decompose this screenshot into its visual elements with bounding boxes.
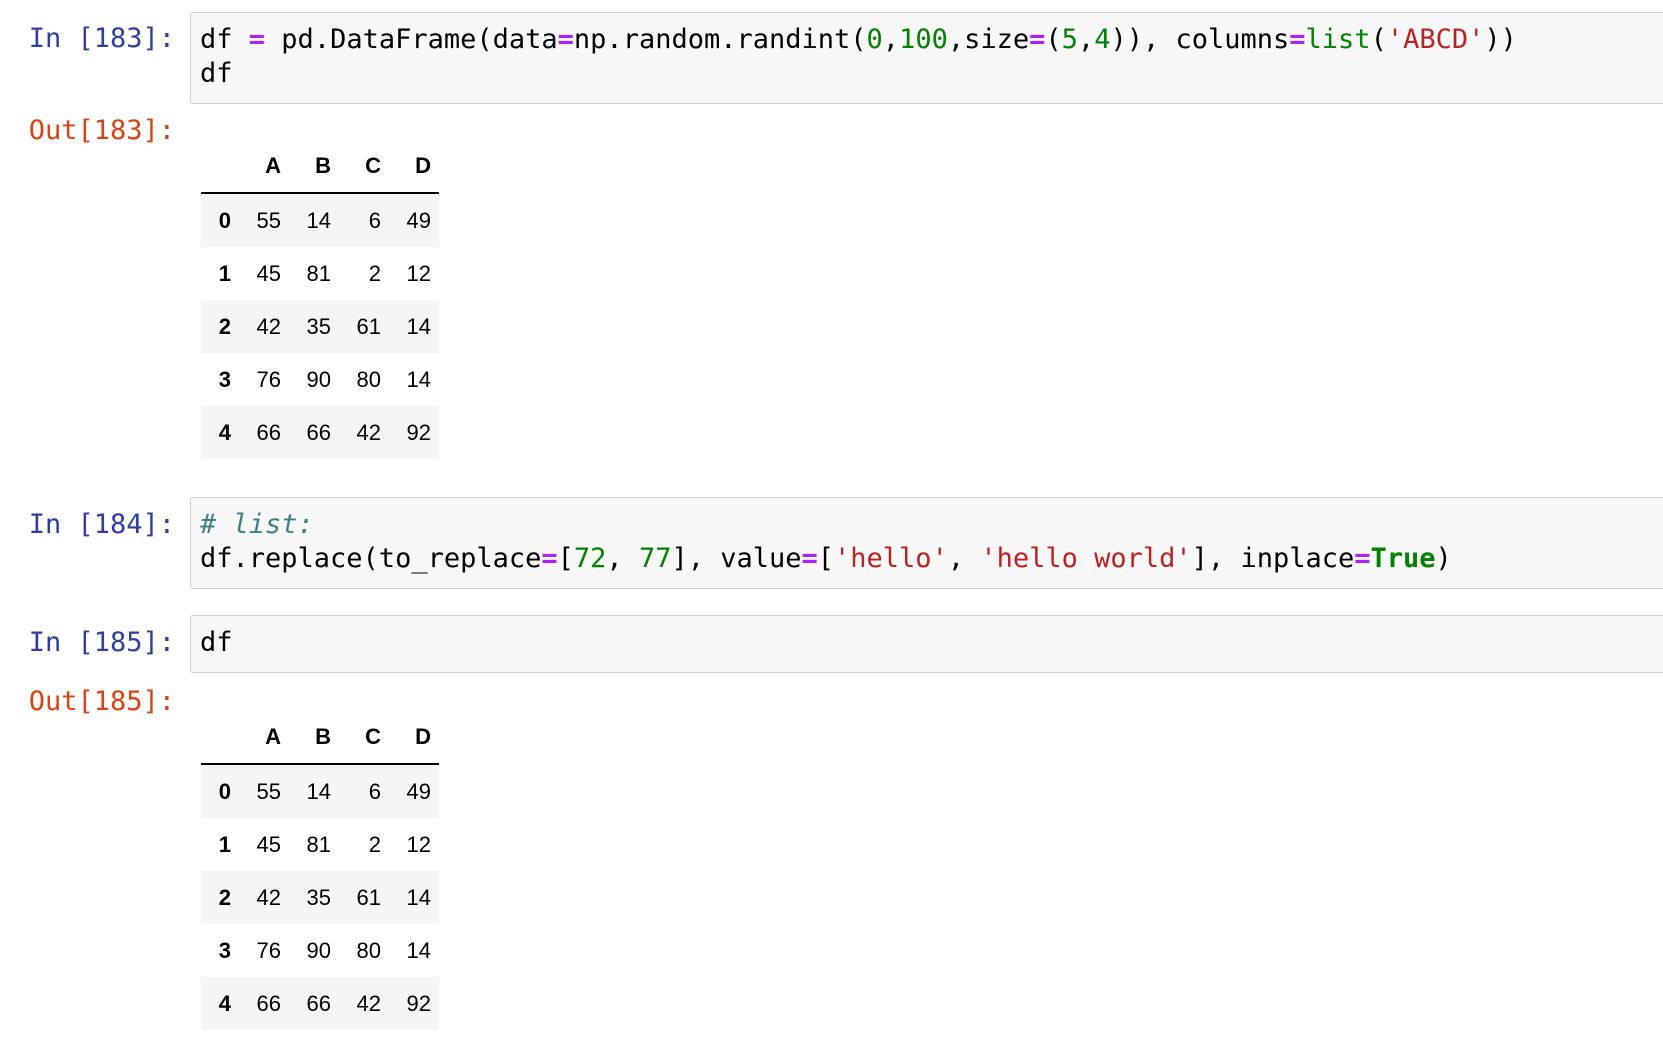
column-header: D bbox=[389, 140, 439, 194]
table-row: 3 76 90 80 14 bbox=[201, 353, 439, 406]
column-header: A bbox=[239, 140, 289, 194]
table-cell: 61 bbox=[356, 313, 381, 339]
column-header: C bbox=[339, 711, 389, 765]
table-cell: 92 bbox=[406, 990, 431, 1016]
table-cell: 45 bbox=[256, 831, 281, 857]
in-prompt-184: In [184]: bbox=[28, 509, 175, 540]
table-cell: 66 bbox=[256, 990, 281, 1016]
table-cell: 90 bbox=[306, 937, 331, 963]
out-prompt-185: Out[185]: bbox=[28, 686, 175, 717]
table-row: 4 66 66 42 92 bbox=[201, 406, 439, 459]
table-cell: 49 bbox=[406, 778, 431, 804]
code-line: df = pd.DataFrame(data=np.random.randint… bbox=[200, 24, 1517, 55]
row-index: 2 bbox=[218, 884, 231, 910]
table-cell: 81 bbox=[306, 831, 331, 857]
row-index: 0 bbox=[218, 207, 231, 233]
table-cell: 42 bbox=[356, 990, 381, 1016]
table-cell: 2 bbox=[368, 831, 381, 857]
row-index: 3 bbox=[218, 937, 231, 963]
index-header bbox=[201, 711, 239, 765]
table-cell: 35 bbox=[306, 313, 331, 339]
table-cell: 80 bbox=[356, 366, 381, 392]
code-line: df.replace(to_replace=[72, 77], value=['… bbox=[200, 543, 1452, 574]
in-prompt-185: In [185]: bbox=[28, 627, 175, 658]
table-cell: 42 bbox=[256, 884, 281, 910]
code-line: df bbox=[200, 58, 233, 89]
row-index: 2 bbox=[218, 313, 231, 339]
row-index: 4 bbox=[218, 990, 231, 1016]
table-cell: 76 bbox=[256, 937, 281, 963]
table-cell: 14 bbox=[406, 937, 431, 963]
index-header bbox=[201, 140, 239, 194]
table-cell: 55 bbox=[256, 778, 281, 804]
table-cell: 66 bbox=[306, 419, 331, 445]
table-cell: 76 bbox=[256, 366, 281, 392]
table-row: 3 76 90 80 14 bbox=[201, 924, 439, 977]
code-cell-185[interactable]: df bbox=[190, 615, 1663, 673]
table-cell: 14 bbox=[406, 313, 431, 339]
table-row: 2 42 35 61 14 bbox=[201, 300, 439, 353]
table-cell: 12 bbox=[406, 831, 431, 857]
table-cell: 14 bbox=[306, 778, 331, 804]
table-cell: 66 bbox=[306, 990, 331, 1016]
table-row: 1 45 81 2 12 bbox=[201, 247, 439, 300]
table-row: 0 55 14 6 49 bbox=[201, 764, 439, 818]
table-row: 2 42 35 61 14 bbox=[201, 871, 439, 924]
column-header: D bbox=[389, 711, 439, 765]
table-cell: 12 bbox=[406, 260, 431, 286]
table-row: 4 66 66 42 92 bbox=[201, 977, 439, 1030]
table-cell: 14 bbox=[406, 366, 431, 392]
row-index: 1 bbox=[218, 831, 231, 857]
table-cell: 45 bbox=[256, 260, 281, 286]
table-cell: 42 bbox=[356, 419, 381, 445]
table-cell: 35 bbox=[306, 884, 331, 910]
table-cell: 49 bbox=[406, 207, 431, 233]
table-cell: 6 bbox=[368, 207, 381, 233]
dataframe-output-183: A B C D 0 55 14 6 49 1 45 81 2 12 2 42 3… bbox=[201, 140, 439, 459]
code-line: df bbox=[200, 627, 233, 658]
table-row: 1 45 81 2 12 bbox=[201, 818, 439, 871]
dataframe-output-185: A B C D 0 55 14 6 49 1 45 81 2 12 2 42 3… bbox=[201, 711, 439, 1030]
table-cell: 80 bbox=[356, 937, 381, 963]
row-index: 0 bbox=[218, 778, 231, 804]
out-prompt-183: Out[183]: bbox=[28, 115, 175, 146]
in-prompt-183: In [183]: bbox=[28, 23, 175, 54]
table-cell: 6 bbox=[368, 778, 381, 804]
table-cell: 61 bbox=[356, 884, 381, 910]
code-cell-184[interactable]: # list: df.replace(to_replace=[72, 77], … bbox=[190, 497, 1663, 589]
column-header: C bbox=[339, 140, 389, 194]
row-index: 4 bbox=[218, 419, 231, 445]
table-cell: 81 bbox=[306, 260, 331, 286]
code-cell-183[interactable]: df = pd.DataFrame(data=np.random.randint… bbox=[190, 12, 1663, 104]
column-header: B bbox=[289, 711, 339, 765]
column-header: B bbox=[289, 140, 339, 194]
table-cell: 92 bbox=[406, 419, 431, 445]
column-header: A bbox=[239, 711, 289, 765]
code-comment: # list: bbox=[200, 509, 314, 540]
table-cell: 42 bbox=[256, 313, 281, 339]
row-index: 3 bbox=[218, 366, 231, 392]
table-cell: 14 bbox=[306, 207, 331, 233]
table-cell: 14 bbox=[406, 884, 431, 910]
table-cell: 66 bbox=[256, 419, 281, 445]
table-cell: 2 bbox=[368, 260, 381, 286]
table-cell: 55 bbox=[256, 207, 281, 233]
table-row: 0 55 14 6 49 bbox=[201, 193, 439, 247]
row-index: 1 bbox=[218, 260, 231, 286]
table-cell: 90 bbox=[306, 366, 331, 392]
